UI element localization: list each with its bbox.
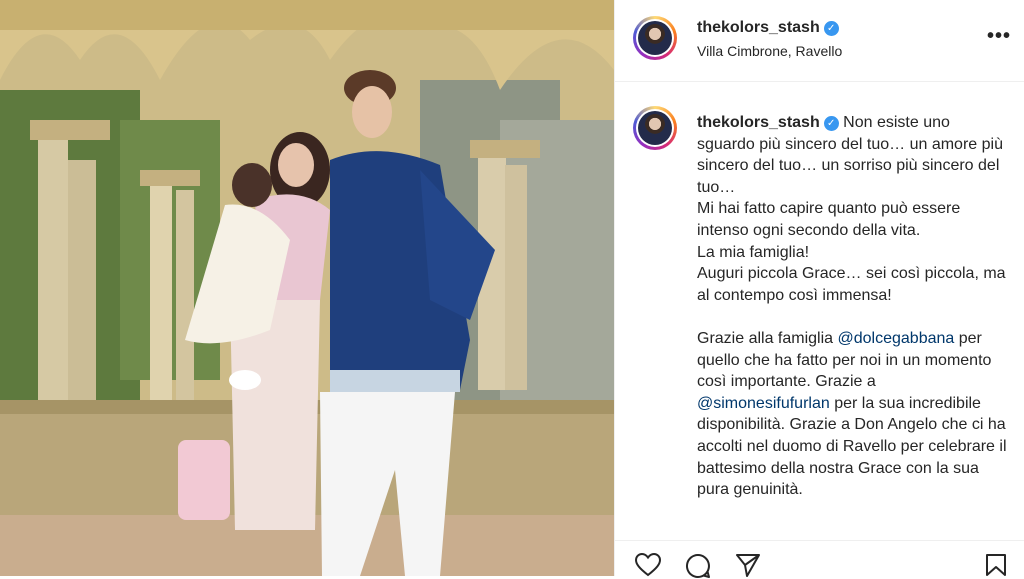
post-side-panel: thekolors_stash ✓ Villa Cimbrone, Ravello… [614, 0, 1024, 579]
photo-illustration [0, 0, 614, 576]
caption-text-1: Non esiste uno sguardo più sincero del t… [697, 114, 1006, 347]
comment-icon[interactable] [685, 553, 711, 579]
post-header: thekolors_stash ✓ Villa Cimbrone, Ravello… [615, 0, 1024, 82]
comments-area[interactable]: thekolors_stash ✓ Non esiste uno sguardo … [615, 82, 1024, 540]
action-bar [615, 540, 1024, 579]
verified-badge-icon: ✓ [823, 116, 839, 131]
author-username-link[interactable]: thekolors_stash [697, 19, 820, 36]
more-options-icon[interactable]: ••• [987, 26, 1011, 46]
mention-link-simonesifufurlan[interactable]: @simonesifufurlan [697, 395, 830, 412]
share-icon[interactable] [735, 553, 761, 577]
bookmark-icon[interactable] [985, 553, 1007, 577]
caption-username-link[interactable]: thekolors_stash [697, 114, 820, 131]
post-location-link[interactable]: Villa Cimbrone, Ravello [697, 43, 842, 59]
verified-badge-icon: ✓ [823, 21, 839, 36]
post-photo[interactable] [0, 0, 614, 576]
author-username-row: thekolors_stash ✓ [697, 19, 839, 37]
author-avatar[interactable] [633, 16, 677, 60]
post-caption: thekolors_stash ✓ Non esiste uno sguardo … [697, 112, 1007, 501]
mention-link-dolcegabbana[interactable]: @dolcegabbana [838, 330, 955, 347]
heart-icon[interactable] [635, 553, 661, 577]
caption-author-avatar[interactable] [633, 106, 677, 150]
